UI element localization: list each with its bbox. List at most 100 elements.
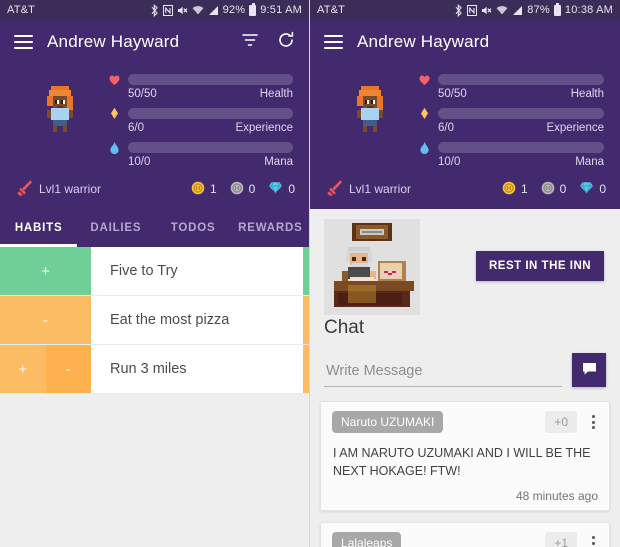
- app-bar: Andrew Hayward: [310, 20, 620, 64]
- health-bar-track: [128, 74, 293, 85]
- carrier-label: AT&T: [7, 4, 36, 16]
- hamburger-icon[interactable]: [14, 35, 33, 49]
- profile-stats-panel: 50/50 Health 6/0 Experience 10/0 Mana Lv…: [310, 64, 620, 209]
- level-label: Lvl1 warrior: [349, 182, 412, 196]
- mute-icon: [177, 5, 188, 16]
- tab-bar: HABITS DAILIES TODOS REWARDS: [0, 209, 309, 247]
- signal-icon: [512, 5, 523, 16]
- experience-value: 6/0: [128, 122, 144, 134]
- nfc-icon: [162, 4, 173, 16]
- send-message-button[interactable]: [572, 353, 606, 387]
- stat-bar-mana: [418, 140, 604, 155]
- app-bar: Andrew Hayward: [0, 20, 309, 64]
- right-screen: AT&T 87% 10:38 AM Andrew Hayward 50/50 H…: [310, 0, 620, 547]
- silver-coin-icon: [541, 181, 555, 198]
- level-label: Lvl1 warrior: [39, 182, 102, 196]
- habit-row[interactable]: + - Run 3 miles: [0, 345, 309, 394]
- experience-bar-track: [128, 108, 293, 119]
- message-author[interactable]: Lalaleaps: [332, 532, 402, 547]
- health-value: 50/50: [128, 88, 157, 100]
- mana-bar-track: [128, 142, 293, 153]
- dual-screenshot-container: AT&T 92% 9:51 AM Andrew Hayward 50/50 He…: [0, 0, 620, 547]
- left-screen: AT&T 92% 9:51 AM Andrew Hayward 50/50 He…: [0, 0, 310, 547]
- nfc-icon: [467, 4, 478, 16]
- hamburger-icon[interactable]: [324, 35, 343, 49]
- heart-icon: [108, 72, 121, 87]
- battery-percent: 92%: [222, 4, 246, 16]
- message-overflow-menu-icon[interactable]: [589, 413, 598, 431]
- experience-label: Experience: [235, 122, 293, 134]
- avatar[interactable]: [322, 70, 418, 134]
- stat-bars: 50/50 Health 6/0 Experience 10/0 Mana: [108, 70, 297, 172]
- clock-label: 9:51 AM: [260, 4, 302, 16]
- signal-icon: [208, 5, 219, 16]
- level-row: Lvl1 warrior 1 0 0: [322, 172, 608, 209]
- habit-row[interactable]: - Eat the most pizza: [0, 296, 309, 345]
- message-overflow-menu-icon[interactable]: [589, 534, 598, 547]
- chat-message: Lalaleaps +1 @Mnims Amazon has been a li…: [320, 522, 610, 547]
- rest-in-inn-button[interactable]: REST IN THE INN: [476, 251, 605, 281]
- tab-rewards[interactable]: REWARDS: [232, 209, 309, 247]
- chat-bubble-icon: [581, 361, 598, 380]
- diamond-icon: [418, 106, 431, 121]
- habit-color-edge: [303, 345, 309, 393]
- habit-title: Eat the most pizza: [110, 312, 230, 328]
- tab-habits[interactable]: HABITS: [0, 209, 78, 247]
- silver-coin-icon: [230, 181, 244, 198]
- experience-bar-track: [438, 108, 604, 119]
- stat-bar-health: [418, 72, 604, 87]
- experience-label: Experience: [546, 122, 604, 134]
- message-vote-count[interactable]: +0: [545, 411, 577, 433]
- wifi-icon: [192, 5, 204, 16]
- heart-icon: [418, 72, 431, 87]
- message-timestamp: 48 minutes ago: [515, 489, 598, 504]
- health-value: 50/50: [438, 88, 467, 100]
- mana-meta: 10/0 Mana: [418, 155, 604, 172]
- filter-icon[interactable]: [241, 31, 259, 54]
- health-label: Health: [259, 88, 293, 100]
- gem-amount: 0: [288, 182, 295, 196]
- mana-value: 10/0: [438, 156, 461, 168]
- refresh-icon[interactable]: [277, 31, 295, 54]
- page-title: Andrew Hayward: [357, 32, 490, 51]
- habit-minus-button[interactable]: -: [45, 345, 91, 393]
- gem-icon: [579, 181, 594, 197]
- habits-list: + Five to Try - Eat the most pizza + - R…: [0, 247, 309, 547]
- battery-percent: 87%: [527, 4, 550, 16]
- message-body: I AM NARUTO UZUMAKI AND I WILL BE THE NE…: [333, 446, 591, 479]
- gem-amount: 0: [599, 182, 606, 196]
- mana-label: Mana: [575, 156, 604, 168]
- experience-meta: 6/0 Experience: [108, 121, 293, 138]
- habit-plus-button[interactable]: +: [0, 247, 91, 295]
- chat-message-input[interactable]: [324, 360, 562, 387]
- avatar[interactable]: [12, 70, 108, 134]
- status-bar: AT&T 92% 9:51 AM: [0, 0, 309, 20]
- bluetooth-icon: [150, 3, 159, 17]
- silver-amount: 0: [559, 182, 567, 196]
- stat-bars: 50/50 Health 6/0 Experience 10/0 Mana: [418, 70, 608, 172]
- currency-gem: 0: [579, 181, 606, 197]
- tab-dailies[interactable]: DAILIES: [77, 209, 154, 247]
- chat-input-row: [310, 339, 620, 387]
- gold-amount: 1: [520, 182, 528, 196]
- habit-plus-button[interactable]: +: [0, 345, 46, 393]
- message-vote-count[interactable]: +1: [545, 532, 577, 547]
- currency-silver: 0: [230, 181, 256, 198]
- gold-coin-icon: [191, 181, 205, 198]
- habit-minus-button[interactable]: -: [0, 296, 91, 344]
- habit-color-edge: [303, 247, 309, 295]
- tab-todos[interactable]: TODOS: [155, 209, 232, 247]
- gold-amount: 1: [209, 182, 217, 196]
- health-label: Health: [570, 88, 604, 100]
- experience-meta: 6/0 Experience: [418, 121, 604, 138]
- status-bar: AT&T 87% 10:38 AM: [310, 0, 620, 20]
- chat-heading: Chat: [324, 317, 365, 338]
- stat-bar-experience: [108, 106, 293, 121]
- gem-icon: [268, 181, 283, 197]
- page-title: Andrew Hayward: [47, 32, 180, 51]
- health-bar-track: [438, 74, 604, 85]
- habit-row[interactable]: + Five to Try: [0, 247, 309, 296]
- experience-value: 6/0: [438, 122, 454, 134]
- message-author[interactable]: Naruto UZUMAKI: [332, 411, 444, 433]
- silver-amount: 0: [248, 182, 256, 196]
